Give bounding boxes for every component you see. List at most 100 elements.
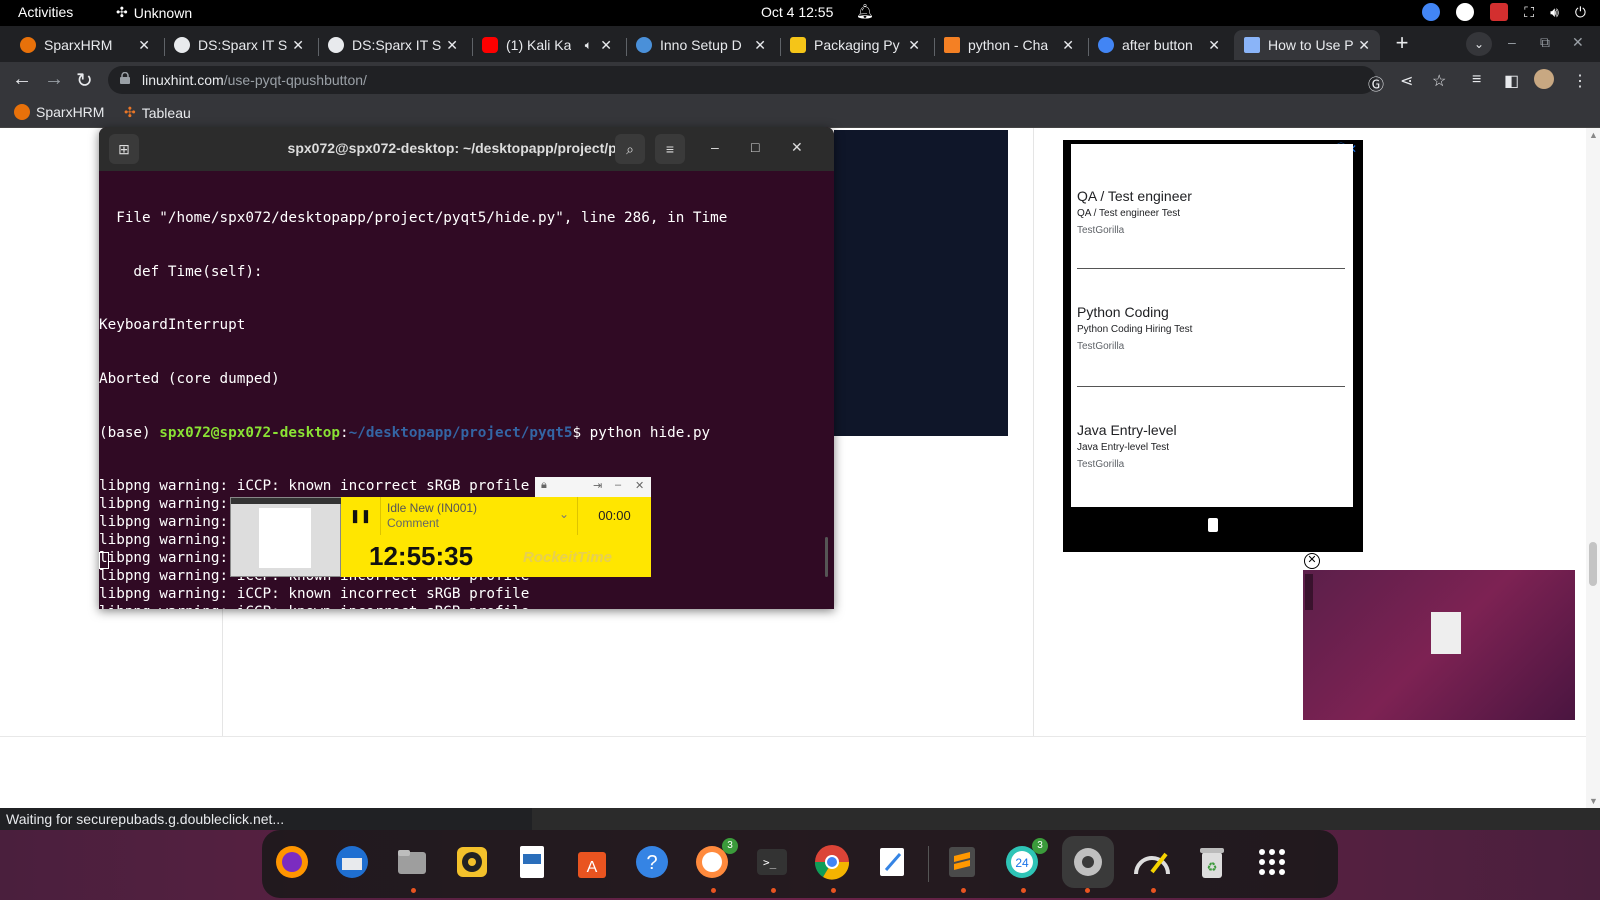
date-time[interactable]: Oct 4 12:55 xyxy=(761,4,833,20)
tab-ds-sparx-1[interactable]: DS:Sparx IT S ✕ xyxy=(164,30,314,60)
terminal-titlebar[interactable]: ⊞ spx072@spx072-desktop: ~/desktopapp/pr… xyxy=(99,127,834,171)
close-tab-icon[interactable]: ✕ xyxy=(1358,37,1370,54)
profile-avatar[interactable] xyxy=(1534,69,1554,89)
reading-list-icon[interactable]: ≡ xyxy=(1472,71,1481,89)
show-applications-icon[interactable] xyxy=(1252,842,1292,882)
help-icon[interactable]: ? xyxy=(632,842,672,882)
tab-packaging[interactable]: Packaging Py ✕ xyxy=(780,30,930,60)
comment-field[interactable]: Comment xyxy=(387,516,477,530)
bookmark-star-icon[interactable]: ☆ xyxy=(1432,71,1446,91)
minimize-icon[interactable]: – xyxy=(615,479,621,491)
power-icon[interactable]: ⏻ xyxy=(1575,4,1586,21)
audio-playing-icon[interactable]: 🔈︎ xyxy=(585,38,592,53)
bookmark-sparxhrm[interactable]: SparxHRM xyxy=(14,104,104,120)
ad-item-title[interactable]: QA / Test engineer xyxy=(1077,188,1345,204)
pause-button[interactable]: ❚❚ xyxy=(341,497,381,535)
close-ad-button[interactable]: ✕ xyxy=(1304,553,1320,569)
anydesk-icon[interactable] xyxy=(1490,3,1509,21)
chat-app-icon[interactable]: 3 xyxy=(692,838,738,882)
more-menu-icon[interactable]: ⋮ xyxy=(1572,71,1588,91)
bookmark-label: SparxHRM xyxy=(36,104,105,120)
new-tab-button[interactable]: + xyxy=(1390,32,1414,56)
tab-google-search[interactable]: after button ✕ xyxy=(1088,30,1230,60)
app-menu[interactable]: ✣ Unknown xyxy=(116,4,192,21)
expand-icon[interactable]: ⇥ xyxy=(593,479,602,492)
task-selector[interactable]: Idle New (IN001) Comment xyxy=(387,501,477,530)
address-bar[interactable]: linuxhint.com/use-pyqt-qpushbutton/ xyxy=(108,66,1376,94)
tab-linuxhint-active[interactable]: How to Use P ✕ xyxy=(1234,30,1380,60)
share-icon[interactable]: ⋖ xyxy=(1400,71,1413,91)
close-tab-icon[interactable]: ✕ xyxy=(446,37,458,54)
close-icon[interactable]: ✕ xyxy=(791,139,803,156)
ubuntu-software-icon[interactable]: A xyxy=(572,842,612,882)
rockeit-time-icon[interactable] xyxy=(1132,842,1172,882)
maximize-icon[interactable]: □ xyxy=(751,139,759,155)
ad-item-title[interactable]: Python Coding xyxy=(1077,304,1345,320)
scrollbar-thumb[interactable] xyxy=(1589,542,1597,586)
chrome-tray-icon[interactable] xyxy=(1422,3,1441,21)
thunderbird-icon[interactable] xyxy=(332,842,372,882)
close-tab-icon[interactable]: ✕ xyxy=(138,37,150,54)
tab-ds-sparx-2[interactable]: DS:Sparx IT S ✕ xyxy=(318,30,468,60)
close-tab-icon[interactable]: ✕ xyxy=(1062,37,1074,54)
chevron-down-icon[interactable]: ⌄ xyxy=(559,507,569,521)
close-tab-icon[interactable]: ✕ xyxy=(754,37,766,54)
volume-icon[interactable]: 🔊︎ xyxy=(1550,4,1559,21)
forward-arrow-icon[interactable]: → xyxy=(44,68,64,91)
screenshot-thumbnail[interactable] xyxy=(230,497,342,577)
close-window-icon[interactable]: ✕ xyxy=(1572,34,1584,51)
text-editor-icon[interactable] xyxy=(872,842,912,882)
ad-item-title[interactable]: Java Entry-level xyxy=(1077,422,1345,438)
tab-sparxhrm[interactable]: SparxHRM ✕ xyxy=(10,30,160,60)
calendar-app-icon[interactable]: 24 3 xyxy=(1002,838,1048,882)
tab-youtube[interactable]: (1) Kali Ka 🔈︎ ✕ xyxy=(472,30,622,60)
lock-icon[interactable] xyxy=(120,72,130,84)
close-tab-icon[interactable]: ✕ xyxy=(292,37,304,54)
side-panel-icon[interactable]: ◧ xyxy=(1504,71,1519,91)
search-icon[interactable]: ⌕ xyxy=(615,134,645,164)
ad-item[interactable]: QA / Test engineer QA / Test engineer Te… xyxy=(1077,188,1345,236)
close-tab-icon[interactable]: ✕ xyxy=(1208,37,1220,54)
ad-content[interactable]: QA / Test engineer QA / Test engineer Te… xyxy=(1071,144,1353,507)
scroll-down-icon[interactable]: ▼ xyxy=(1589,796,1598,806)
sublime-text-icon[interactable] xyxy=(942,842,982,882)
scroll-up-icon[interactable]: ▲ xyxy=(1589,130,1598,140)
close-icon[interactable]: ✕ xyxy=(635,479,644,492)
tab-stackoverflow[interactable]: python - Cha ✕ xyxy=(934,30,1084,60)
system-tray[interactable]: ⛶ 🔊︎ ⏻ xyxy=(1422,3,1586,21)
skype-icon[interactable] xyxy=(1456,3,1475,21)
url-host: linuxhint.com xyxy=(142,72,224,88)
tab-label: DS:Sparx IT S xyxy=(352,37,442,53)
close-tab-icon[interactable]: ✕ xyxy=(908,37,920,54)
lock-icon[interactable]: 🔒︎ xyxy=(541,479,547,492)
linuxhint-favicon xyxy=(1244,37,1260,53)
tab-search-button[interactable]: ⌄ xyxy=(1466,32,1492,56)
page-scrollbar[interactable]: ▲ ▼ xyxy=(1586,128,1600,808)
hamburger-menu-icon[interactable]: ≡ xyxy=(655,134,685,164)
google-lens-icon[interactable]: Ⓖ xyxy=(1368,71,1384,95)
terminal-icon[interactable]: >_ xyxy=(752,842,792,882)
libreoffice-writer-icon[interactable] xyxy=(512,842,552,882)
bookmark-tableau[interactable]: ✣ Tableau xyxy=(124,104,191,121)
chrome-icon[interactable] xyxy=(812,842,852,882)
firefox-icon[interactable] xyxy=(272,842,312,882)
close-tab-icon[interactable]: ✕ xyxy=(600,37,612,54)
rockeit-time-widget[interactable]: 🔒︎ ⇥ – ✕ ❚❚ Idle New (IN001) Comment ⌄ 0… xyxy=(230,477,651,577)
ad-item[interactable]: Python Coding Python Coding Hiring Test … xyxy=(1077,304,1345,352)
network-icon[interactable]: ⛶ xyxy=(1524,4,1534,21)
reload-icon[interactable]: ↻ xyxy=(76,68,93,93)
tab-inno-setup[interactable]: Inno Setup D ✕ xyxy=(626,30,776,60)
back-arrow-icon[interactable]: ← xyxy=(12,68,32,91)
settings-gear-icon[interactable] xyxy=(1062,836,1114,888)
trash-icon[interactable]: ♻ xyxy=(1192,842,1232,882)
minimize-icon[interactable]: – xyxy=(711,139,719,155)
restore-window-icon[interactable]: ⧉ xyxy=(1540,34,1550,51)
files-icon[interactable] xyxy=(392,842,432,882)
activities-button[interactable]: Activities xyxy=(18,4,73,20)
ad-item[interactable]: Java Entry-level Java Entry-level Test T… xyxy=(1077,422,1345,470)
rhythmbox-icon[interactable] xyxy=(452,842,492,882)
terminal-scrollbar[interactable] xyxy=(825,537,828,577)
minimize-window-icon[interactable]: – xyxy=(1508,34,1516,50)
notification-bell-icon[interactable]: 🔔︎ xyxy=(856,3,874,20)
advertisement[interactable]: ⓘ✕ QA / Test engineer QA / Test engineer… xyxy=(1063,140,1363,552)
